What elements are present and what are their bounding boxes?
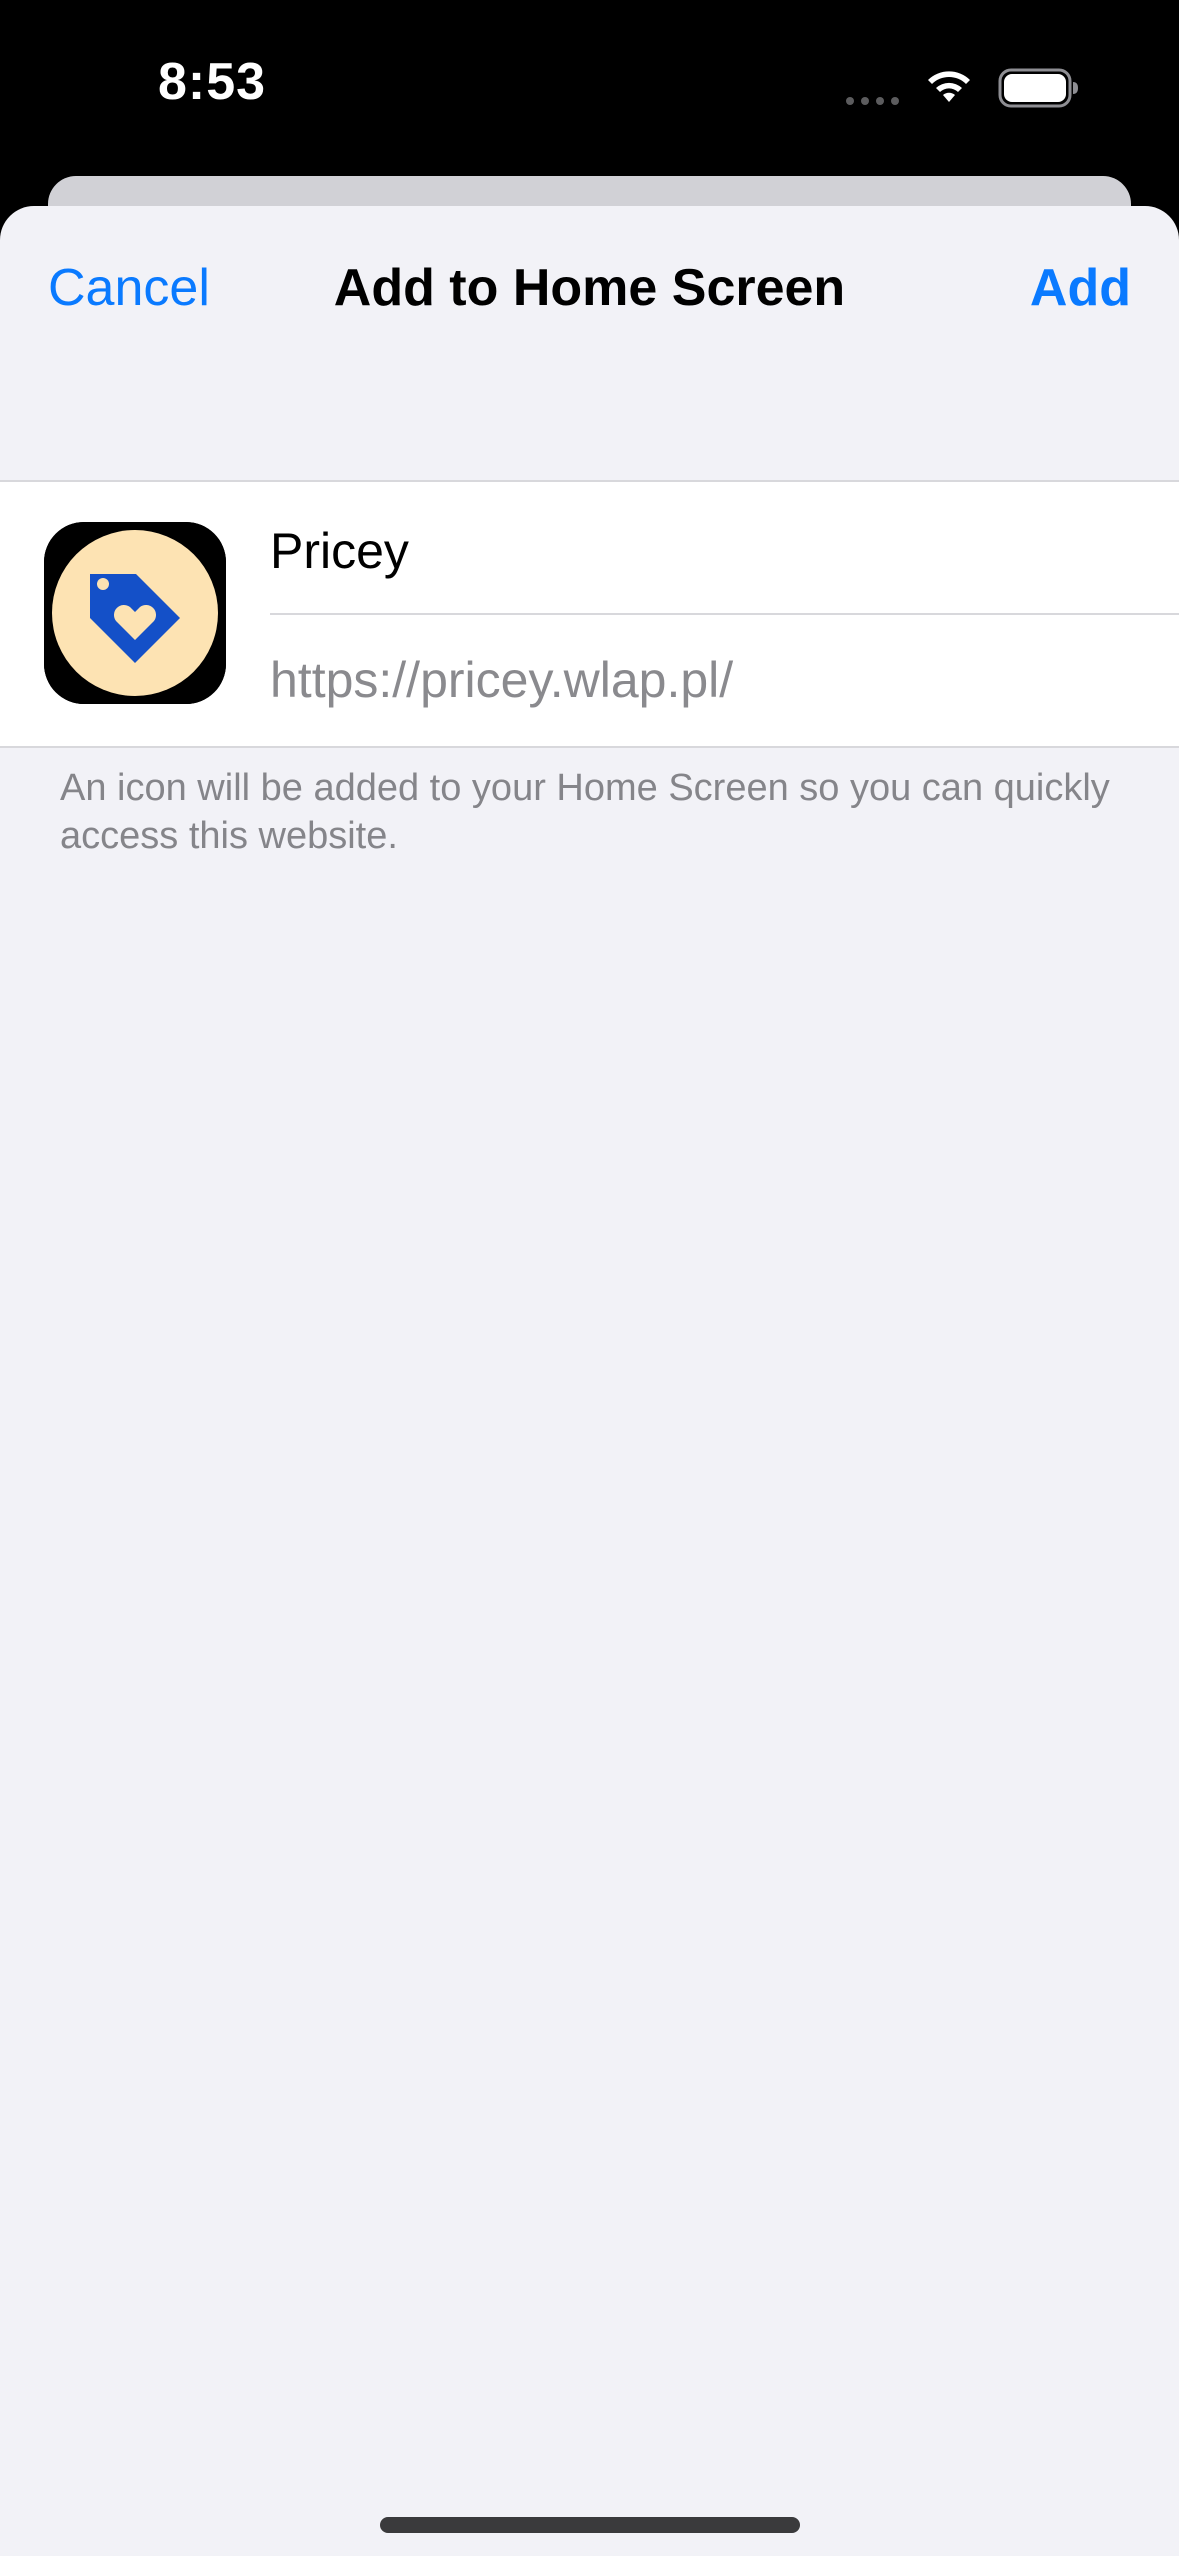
bookmark-form: Pricey https://pricey.wlap.pl/ xyxy=(0,480,1179,748)
footer-note: An icon will be added to your Home Scree… xyxy=(60,767,1110,857)
home-indicator[interactable] xyxy=(380,2517,800,2533)
status-time: 8:53 xyxy=(158,53,267,111)
cancel-button[interactable]: Cancel xyxy=(48,258,210,318)
url-field: https://pricey.wlap.pl/ xyxy=(270,615,1179,746)
add-button[interactable]: Add xyxy=(1030,258,1131,318)
name-input[interactable]: Pricey xyxy=(270,522,409,580)
price-tag-heart-icon xyxy=(44,522,226,704)
cellular-signal-icon xyxy=(846,97,899,105)
status-bar: 8:53 xyxy=(0,0,1179,175)
wifi-icon xyxy=(928,71,970,102)
battery-icon xyxy=(998,68,1078,108)
add-to-home-screen-sheet: Cancel Add to Home Screen Add Pricey htt… xyxy=(0,206,1179,2556)
navigation-bar: Cancel Add to Home Screen Add xyxy=(0,206,1179,376)
url-text: https://pricey.wlap.pl/ xyxy=(270,652,734,708)
name-field[interactable]: Pricey xyxy=(270,482,1179,615)
